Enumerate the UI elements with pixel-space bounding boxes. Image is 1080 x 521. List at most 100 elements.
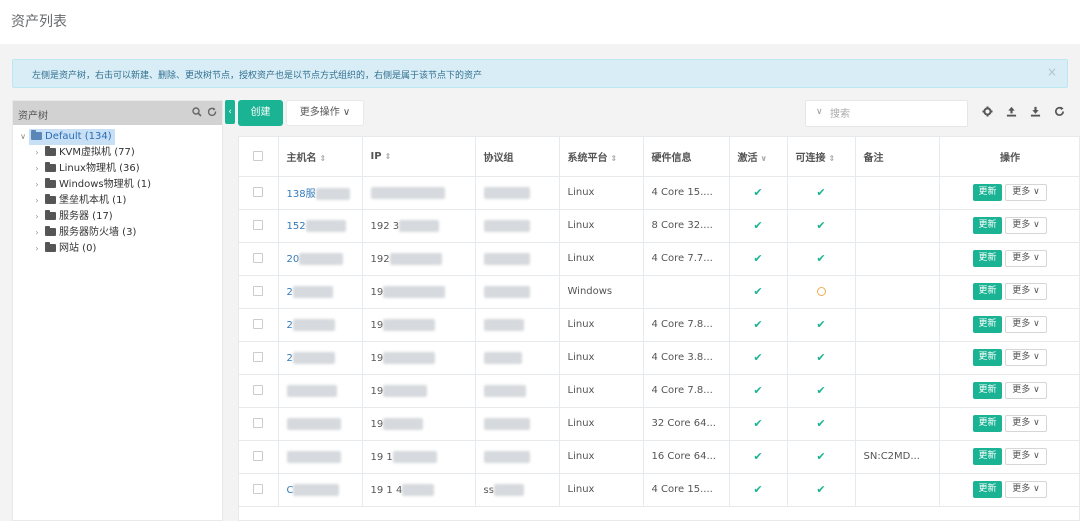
row-checkbox[interactable]	[253, 286, 264, 296]
chevron-right-icon[interactable]: ›	[31, 209, 43, 225]
tree-node[interactable]: › 服务器防火墙 (3)	[13, 225, 222, 241]
chevron-right-icon[interactable]: ›	[31, 161, 43, 177]
row-more-button[interactable]: 更多 ∨	[1005, 250, 1047, 267]
table-row[interactable]: 152 192 3 Linux 8 Core 32.... ✔ ✔ 更新 更多 ∨	[239, 209, 1079, 243]
select-all-checkbox[interactable]	[253, 150, 264, 161]
tree-node[interactable]: › 堡垒机本机 (1)	[13, 193, 222, 209]
update-button[interactable]: 更新	[973, 250, 1002, 267]
table-row[interactable]: 20 192 Linux 4 Core 7.7... ✔ ✔ 更新 更多 ∨	[239, 242, 1079, 276]
hostname-link[interactable]: C	[287, 485, 294, 496]
tree-node[interactable]: › Windows物理机 (1)	[13, 177, 222, 193]
download-icon[interactable]	[1028, 105, 1042, 121]
hostname-link[interactable]: 2	[287, 353, 293, 364]
hostname-link[interactable]: 2	[287, 287, 293, 298]
tree-node[interactable]: › 服务器 (17)	[13, 209, 222, 225]
chevron-down-icon[interactable]: ∨	[761, 154, 768, 163]
hardware-cell: 4 Core 15....	[643, 473, 730, 507]
chevron-right-icon[interactable]: ›	[31, 193, 43, 209]
table-row[interactable]: 2 19 Windows ✔ 更新 更多 ∨	[239, 275, 1079, 309]
hostname-link[interactable]: 20	[287, 254, 300, 265]
ip-cell: 19 1	[362, 440, 476, 474]
more-actions-button[interactable]: 更多操作 ∨	[286, 100, 364, 126]
table-row[interactable]: 19 Linux 4 Core 7.8... ✔ ✔ 更新 更多 ∨	[239, 374, 1079, 408]
tree-node[interactable]: › Linux物理机 (36)	[13, 161, 222, 177]
platform-cell: Linux	[559, 242, 644, 276]
hostname-cell	[278, 374, 363, 408]
search-icon[interactable]	[191, 105, 208, 118]
column-header-ip[interactable]: IP ⇕	[362, 137, 476, 177]
table-row[interactable]: 138服 Linux 4 Core 15.... ✔ ✔ 更新 更多 ∨	[239, 176, 1079, 210]
row-checkbox[interactable]	[253, 484, 264, 494]
chevron-right-icon[interactable]: ›	[31, 241, 43, 257]
chevron-down-icon[interactable]: ∨	[17, 129, 29, 145]
row-checkbox[interactable]	[253, 352, 264, 362]
create-button[interactable]: 创建	[238, 100, 283, 126]
actions-cell: 更新 更多 ∨	[939, 176, 1079, 210]
update-button[interactable]: 更新	[973, 316, 1002, 333]
chevron-right-icon[interactable]: ›	[31, 177, 43, 193]
tree-node[interactable]: › 网站 (0)	[13, 241, 222, 257]
refresh-icon[interactable]	[207, 105, 217, 118]
check-icon: ✔	[816, 417, 826, 430]
sort-icon[interactable]: ⇕	[611, 154, 618, 163]
column-header-connectable[interactable]: 可连接 ⇕	[787, 137, 856, 177]
sort-icon[interactable]: ⇕	[829, 154, 836, 163]
hostname-link[interactable]: 2	[287, 320, 293, 331]
hostname-link[interactable]: 138服	[287, 189, 316, 200]
update-button[interactable]: 更新	[973, 481, 1002, 498]
table-row[interactable]: 2 19 Linux 4 Core 3.8... ✔ ✔ 更新 更多 ∨	[239, 341, 1079, 375]
comment-cell	[855, 374, 940, 408]
update-button[interactable]: 更新	[973, 217, 1002, 234]
update-button[interactable]: 更新	[973, 382, 1002, 399]
tree-node-label: 服务器 (17)	[59, 211, 113, 222]
row-checkbox[interactable]	[253, 220, 264, 230]
redacted-text	[483, 384, 526, 397]
chevron-right-icon[interactable]: ›	[31, 225, 43, 241]
gear-icon[interactable]	[980, 105, 994, 121]
table-row[interactable]: 19 1 Linux 16 Core 64... ✔ ✔ SN:C2MD... 更新 更多 ∨	[239, 440, 1079, 474]
row-more-button[interactable]: 更多 ∨	[1005, 448, 1047, 465]
update-button[interactable]: 更新	[973, 184, 1002, 201]
update-button[interactable]: 更新	[973, 349, 1002, 366]
upload-icon[interactable]	[1004, 105, 1018, 121]
search-input[interactable]	[830, 106, 965, 122]
sort-icon[interactable]: ⇕	[320, 154, 327, 163]
tree-node[interactable]: › KVM虚拟机 (77)	[13, 145, 222, 161]
row-more-button[interactable]: 更多 ∨	[1005, 415, 1047, 432]
row-checkbox[interactable]	[253, 187, 264, 197]
redacted-text	[292, 318, 335, 331]
comment-cell	[855, 407, 940, 441]
tree-node-root[interactable]: ∨ Default (134)	[13, 129, 222, 145]
row-checkbox[interactable]	[253, 451, 264, 461]
refresh-icon[interactable]	[1052, 105, 1066, 121]
row-more-button[interactable]: 更多 ∨	[1005, 349, 1047, 366]
update-button[interactable]: 更新	[973, 448, 1002, 465]
chevron-down-icon[interactable]: ∨	[816, 107, 823, 117]
main-panel: 创建 更多操作 ∨ ∨ 主机名⇕ IP⇕	[238, 100, 1080, 521]
table-row[interactable]: C 19 1 4 ss Linux 4 Core 15.... ✔ ✔ 更新 更多 ∨	[239, 473, 1079, 507]
row-more-button[interactable]: 更多 ∨	[1005, 283, 1047, 300]
close-icon[interactable]: ×	[1047, 65, 1057, 79]
update-button[interactable]: 更新	[973, 283, 1002, 300]
folder-icon	[45, 226, 56, 236]
column-header-hostname[interactable]: 主机名 ⇕	[278, 137, 363, 177]
column-header-platform[interactable]: 系统平台 ⇕	[559, 137, 644, 177]
row-more-button[interactable]: 更多 ∨	[1005, 184, 1047, 201]
table-row[interactable]: 2 19 Linux 4 Core 7.8... ✔ ✔ 更新 更多 ∨	[239, 308, 1079, 342]
row-more-button[interactable]: 更多 ∨	[1005, 316, 1047, 333]
row-checkbox[interactable]	[253, 385, 264, 395]
row-more-button[interactable]: 更多 ∨	[1005, 481, 1047, 498]
row-checkbox[interactable]	[253, 253, 264, 263]
sort-icon[interactable]: ⇕	[385, 152, 392, 161]
row-checkbox[interactable]	[253, 418, 264, 428]
column-header-active[interactable]: 激活 ∨	[729, 137, 788, 177]
hostname-cell: 2	[278, 341, 363, 375]
row-more-button[interactable]: 更多 ∨	[1005, 382, 1047, 399]
hostname-link[interactable]: 152	[287, 221, 306, 232]
collapse-tree-button[interactable]: ‹	[225, 100, 235, 124]
update-button[interactable]: 更新	[973, 415, 1002, 432]
table-row[interactable]: 19 Linux 32 Core 64... ✔ ✔ 更新 更多 ∨	[239, 407, 1079, 441]
row-more-button[interactable]: 更多 ∨	[1005, 217, 1047, 234]
row-checkbox[interactable]	[253, 319, 264, 329]
chevron-right-icon[interactable]: ›	[31, 145, 43, 161]
